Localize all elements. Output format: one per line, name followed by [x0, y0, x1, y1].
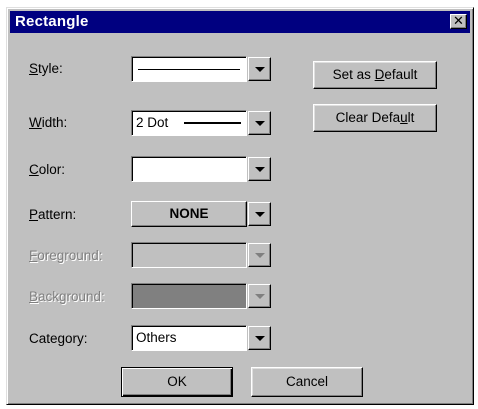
rectangle-dialog: Rectangle ✕ Style: Width: 2 Dot Color: P…	[6, 7, 474, 405]
foreground-dropdown-button	[248, 243, 271, 267]
width-label: Width:	[29, 115, 68, 130]
style-field[interactable]	[131, 56, 247, 82]
color-swatch[interactable]	[131, 156, 247, 182]
foreground-label: Foreground:	[29, 248, 103, 263]
background-combo	[131, 283, 273, 309]
category-combo[interactable]: Others	[131, 325, 273, 351]
color-label: Color:	[29, 162, 66, 177]
style-combo[interactable]	[131, 56, 273, 82]
chevron-down-icon	[255, 294, 265, 299]
background-swatch	[131, 283, 247, 309]
category-field[interactable]: Others	[131, 325, 247, 351]
style-label: Style:	[29, 61, 63, 76]
chevron-down-icon	[255, 167, 265, 172]
background-label: Background:	[29, 289, 105, 304]
close-icon: ✕	[453, 13, 464, 28]
chevron-down-icon	[255, 253, 265, 258]
width-combo[interactable]: 2 Dot	[131, 110, 273, 136]
width-dropdown-button[interactable]	[248, 111, 271, 135]
category-value: Others	[136, 330, 177, 345]
chevron-down-icon	[255, 212, 265, 217]
width-value: 2 Dot	[136, 115, 169, 130]
foreground-swatch	[131, 242, 247, 268]
foreground-combo	[131, 242, 273, 268]
line-style-sample	[138, 69, 240, 70]
chevron-down-icon	[255, 121, 265, 126]
category-dropdown-button[interactable]	[248, 326, 271, 350]
pattern-combo[interactable]: NONE	[131, 201, 273, 227]
width-field[interactable]: 2 Dot	[131, 110, 247, 136]
color-dropdown-button[interactable]	[248, 157, 271, 181]
ok-button[interactable]: OK	[121, 367, 233, 397]
window-title: Rectangle	[15, 13, 89, 30]
chevron-down-icon	[255, 67, 265, 72]
style-dropdown-button[interactable]	[248, 57, 271, 81]
pattern-label: Pattern:	[29, 207, 77, 222]
close-button[interactable]: ✕	[450, 14, 467, 29]
category-label: Category:	[29, 331, 88, 346]
line-width-sample	[184, 122, 241, 124]
cancel-button[interactable]: Cancel	[251, 367, 363, 397]
color-combo[interactable]	[131, 156, 273, 182]
set-as-default-button[interactable]: Set as Default	[313, 61, 437, 89]
chevron-down-icon	[255, 336, 265, 341]
background-dropdown-button	[248, 284, 271, 308]
pattern-dropdown-button[interactable]	[248, 202, 271, 226]
pattern-button[interactable]: NONE	[131, 201, 247, 227]
clear-default-button[interactable]: Clear Default	[313, 104, 437, 132]
title-bar[interactable]: Rectangle ✕	[10, 11, 470, 33]
